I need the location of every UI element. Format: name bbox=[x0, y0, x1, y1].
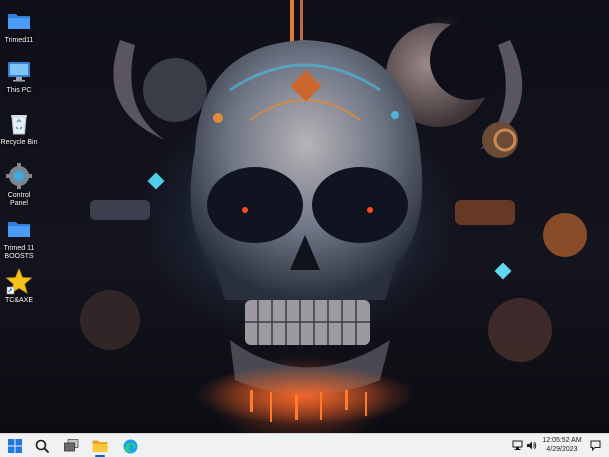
desktop-icon-trimed11-boosts[interactable]: Trimed 11 BOOSTS bbox=[0, 215, 38, 261]
desktop-icon-control-panel[interactable]: Control Panel bbox=[0, 162, 38, 208]
desktop-icon-this-pc[interactable]: This PC bbox=[0, 57, 38, 95]
gear-icon bbox=[6, 163, 32, 189]
notification-icon[interactable] bbox=[590, 440, 601, 451]
edge-icon bbox=[123, 439, 137, 453]
monitor-icon bbox=[8, 62, 30, 82]
skull-wallpaper bbox=[80, 0, 587, 425]
desktop-icon-recycle-bin[interactable]: Recycle Bin bbox=[0, 109, 38, 147]
taskbar: 12:05:52 AM 4/29/2023 bbox=[0, 433, 609, 457]
clock-time: 12:05:52 AM bbox=[542, 437, 582, 444]
start-button[interactable] bbox=[5, 436, 25, 456]
volume-icon[interactable] bbox=[526, 440, 537, 451]
star-icon bbox=[5, 267, 33, 295]
desktop-icon-label: Recycle Bin bbox=[0, 139, 38, 146]
folder-icon bbox=[92, 440, 108, 452]
edge-button[interactable] bbox=[120, 436, 140, 456]
desktop: Trimed11 This PC Recycle Bin Control Pan… bbox=[0, 0, 609, 433]
network-icon[interactable] bbox=[512, 440, 523, 451]
search-button[interactable] bbox=[32, 436, 52, 456]
folder-icon bbox=[8, 14, 30, 29]
folder-icon bbox=[8, 222, 30, 237]
clock-date: 4/29/2023 bbox=[546, 446, 578, 453]
windows-logo-icon bbox=[8, 439, 22, 453]
task-view-button[interactable] bbox=[61, 436, 81, 456]
desktop-icon-label: Control Panel bbox=[7, 192, 31, 207]
desktop-icon-label: This PC bbox=[6, 87, 32, 94]
desktop-icon-trimed11[interactable]: Trimed11 bbox=[0, 7, 38, 45]
tray-clock[interactable]: 12:05:52 AM 4/29/2023 bbox=[539, 436, 585, 454]
desktop-icon-label: TC&AXE bbox=[4, 297, 33, 304]
recycle-bin-icon bbox=[11, 115, 27, 135]
file-explorer-button[interactable] bbox=[90, 436, 110, 457]
search-icon bbox=[35, 439, 49, 453]
task-view-icon bbox=[63, 439, 78, 452]
desktop-icon-tc-axe[interactable]: TC&AXE bbox=[0, 267, 38, 305]
desktop-icon-label: Trimed 11 BOOSTS bbox=[3, 245, 35, 260]
desktop-icon-label: Trimed11 bbox=[4, 37, 34, 44]
